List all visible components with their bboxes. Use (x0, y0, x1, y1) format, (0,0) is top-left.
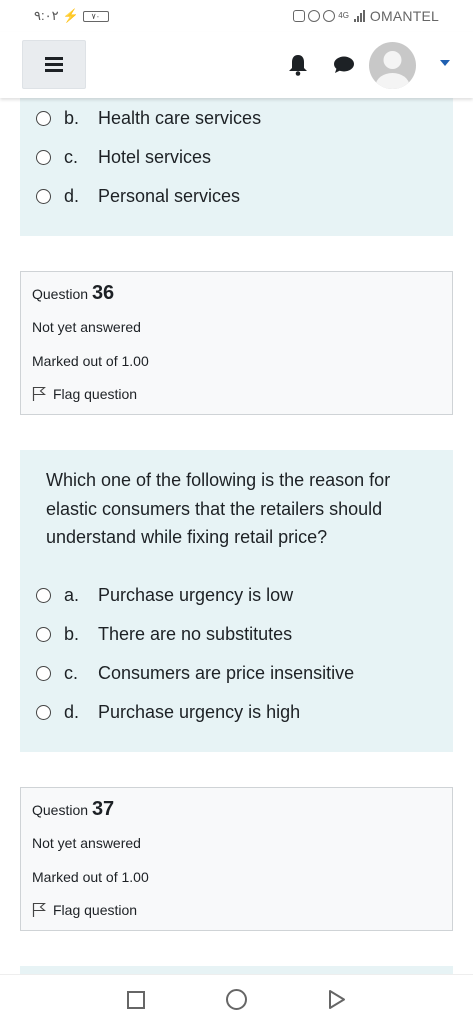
radio-button[interactable] (36, 110, 51, 126)
avatar[interactable] (369, 42, 416, 89)
option-letter: b. (64, 107, 80, 128)
answer-option-c[interactable]: c. Hotel services (36, 145, 211, 169)
answer-option-b[interactable]: b. There are no substitutes (36, 622, 292, 646)
option-letter: d. (64, 185, 80, 206)
question-state: Not yet answered (32, 835, 141, 851)
caret-down-icon[interactable] (440, 60, 450, 66)
question-text: Which one of the following is the reason… (46, 470, 391, 547)
status-left: ٩:٠٢ ⚡ ٧٠ (34, 8, 109, 24)
flag-question-label: Flag question (53, 386, 138, 402)
network-type: 4G (338, 11, 349, 20)
hotspot-icon (323, 10, 336, 22)
option-text: Purchase urgency is low (98, 584, 294, 605)
status-bar: ٩:٠٢ ⚡ ٧٠ 4G OMANTEL (0, 0, 473, 32)
radio-button[interactable] (36, 188, 51, 204)
option-text: There are no substitutes (98, 623, 293, 644)
hamburger-icon (45, 57, 63, 72)
flag-question-link[interactable]: Flag question (32, 386, 137, 402)
square-icon[interactable] (127, 991, 145, 1009)
option-text: Consumers are price insensitive (98, 662, 355, 683)
question-37-info: Question 37 Not yet answered Marked out … (20, 787, 453, 931)
option-text: Health care services (98, 107, 262, 128)
option-text: Personal services (98, 185, 241, 206)
option-letter: c. (64, 146, 79, 167)
flag-icon (32, 386, 46, 401)
menu-button[interactable] (22, 40, 86, 89)
question-grade: Marked out of 1.00 (32, 869, 149, 885)
question-state: Not yet answered (32, 319, 141, 335)
option-text: Purchase urgency is high (98, 701, 301, 722)
question-number: Question 36 (32, 282, 114, 305)
question-36-info: Question 36 Not yet answered Marked out … (20, 271, 453, 415)
answer-option-b[interactable]: b. Health care services (36, 106, 261, 130)
question-number: Question 37 (32, 798, 114, 821)
answer-option-d[interactable]: d. Purchase urgency is high (36, 700, 300, 724)
radio-button[interactable] (36, 626, 51, 642)
carrier-name: OMANTEL (369, 8, 439, 24)
signal-icon (353, 10, 365, 22)
app-header (0, 32, 473, 98)
answer-option-d[interactable]: d. Personal services (36, 184, 240, 208)
radio-button[interactable] (36, 704, 51, 720)
user-silhouette-icon (375, 51, 410, 89)
clock: ٩:٠٢ (34, 8, 59, 23)
radio-button[interactable] (36, 149, 51, 165)
status-right: 4G OMANTEL (293, 8, 439, 24)
radio-button[interactable] (36, 665, 51, 681)
option-text: Hotel services (98, 146, 212, 167)
battery-icon: ٧٠ (82, 10, 109, 22)
flag-icon (32, 902, 46, 917)
question-number-value: 37 (91, 798, 115, 820)
system-navigation-bar (0, 974, 473, 1024)
question-grade: Marked out of 1.00 (32, 353, 149, 369)
question-37-content-panel (20, 966, 453, 974)
option-letter: d. (64, 701, 80, 722)
triangle-back-icon[interactable] (327, 989, 347, 1010)
option-letter: c. (64, 662, 79, 683)
question-label: Question (32, 802, 89, 818)
flag-question-label: Flag question (53, 902, 138, 918)
option-letter: b. (64, 623, 80, 644)
question-number-value: 36 (91, 282, 115, 304)
bell-icon[interactable] (288, 54, 308, 76)
instagram-icon (293, 10, 306, 22)
flag-question-link[interactable]: Flag question (32, 902, 137, 918)
question-label: Question (32, 286, 89, 302)
circle-icon[interactable] (226, 989, 247, 1010)
answer-option-c[interactable]: c. Consumers are price insensitive (36, 661, 354, 685)
charging-icon: ⚡ (62, 8, 79, 23)
radio-button[interactable] (36, 587, 51, 603)
whatsapp-icon (308, 10, 321, 22)
chat-bubble-icon[interactable] (332, 56, 354, 74)
answer-option-a[interactable]: a. Purchase urgency is low (36, 583, 293, 607)
option-letter: a. (64, 584, 80, 605)
